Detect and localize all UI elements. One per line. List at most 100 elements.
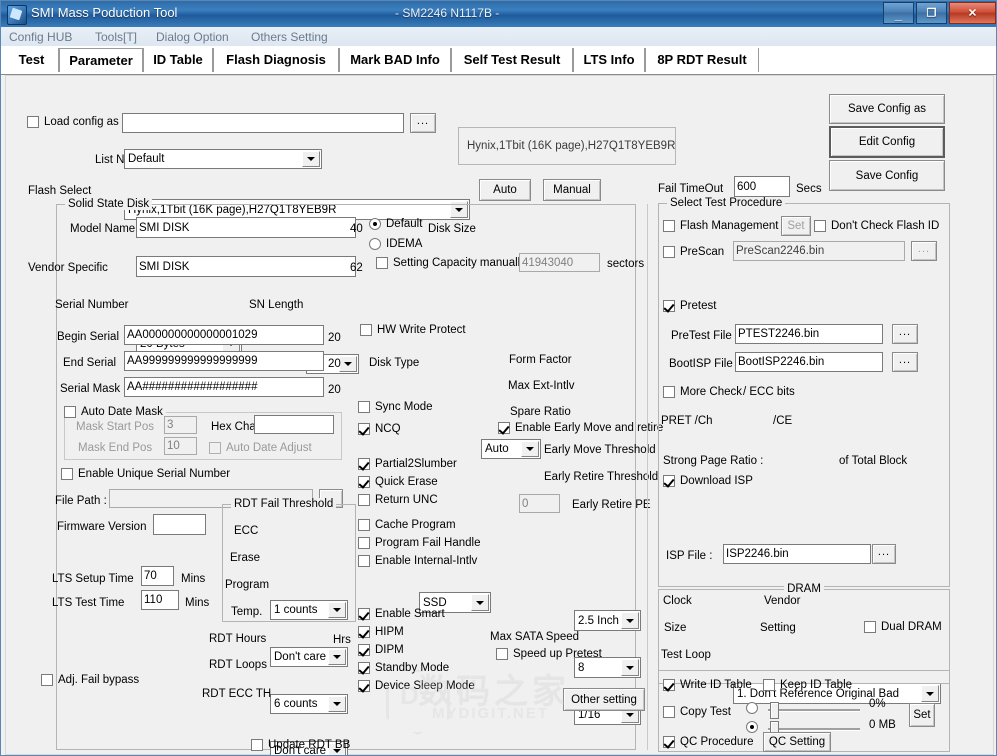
bootisp-file-browse-button[interactable]: ... [892, 352, 918, 372]
enable-early-move-checkbox[interactable]: Enable Early Move and retire [498, 422, 663, 434]
rdt-ecc-combo[interactable]: 1 counts [270, 600, 348, 620]
lts-test-time-input[interactable]: 110 [141, 590, 179, 610]
update-rdt-bb-checkbox[interactable]: Update RDT BB [251, 739, 350, 751]
tab-flash-diagnosis[interactable]: Flash Diagnosis [213, 48, 339, 72]
tab-id-table[interactable]: ID Table [143, 48, 213, 72]
pretest-checkbox[interactable]: Pretest [663, 300, 716, 312]
close-button[interactable]: ✕ [949, 2, 996, 24]
load-config-as-checkbox[interactable]: Load config as [27, 116, 119, 128]
return-unc-checkbox[interactable]: Return UNC [358, 494, 438, 506]
partial2slumber-checkbox[interactable]: Partial2Slumber [358, 458, 457, 470]
flash-management-checkbox[interactable]: Flash Management [663, 220, 778, 232]
standby-mode-checkbox[interactable]: Standby Mode [358, 662, 449, 674]
vendor-specific-input[interactable]: SMI DISK [136, 256, 356, 277]
isp-file-browse-button[interactable]: ... [872, 544, 896, 564]
setting-capacity-checkbox[interactable]: Setting Capacity manually [376, 257, 526, 269]
copy-percent-slider[interactable] [768, 702, 860, 719]
menu-dialog-option[interactable]: Dialog Option [156, 30, 229, 44]
menu-config-hub[interactable]: Config HUB [9, 30, 72, 44]
copy-set-button[interactable]: Set [909, 703, 935, 727]
tab-8p-rdt-result[interactable]: 8P RDT Result [645, 48, 759, 72]
qc-procedure-checkbox[interactable]: QC Procedure [663, 736, 754, 748]
prescan-file-input[interactable]: PreScan2246.bin [733, 241, 905, 261]
early-move-threshold-label: Early Move Threshold [544, 444, 656, 456]
auto-button[interactable]: Auto [479, 179, 531, 201]
hipm-checkbox[interactable]: HIPM [358, 626, 404, 638]
tab-mark-bad-info[interactable]: Mark BAD Info [339, 48, 451, 72]
disk-size-combo[interactable]: Auto [481, 439, 541, 459]
pretest-file-browse-button[interactable]: ... [892, 324, 918, 344]
dual-dram-checkbox[interactable]: Dual DRAM [864, 621, 942, 633]
hex-char-input[interactable] [254, 415, 334, 434]
dipm-checkbox[interactable]: DIPM [358, 644, 404, 656]
program-fail-handle-checkbox[interactable]: Program Fail Handle [358, 537, 480, 549]
rdt-program-combo[interactable]: 6 counts [270, 694, 348, 714]
tab-parameter[interactable]: Parameter [59, 48, 143, 72]
form-factor-combo[interactable]: 2.5 Inch [574, 610, 641, 631]
edit-config-button[interactable]: Edit Config [829, 126, 945, 158]
serial-mask-input[interactable]: AA################## [124, 377, 324, 397]
write-id-table-checkbox[interactable]: Write ID Table [663, 679, 752, 691]
load-config-browse-button[interactable]: ... [410, 113, 436, 133]
tab-self-test-result[interactable]: Self Test Result [451, 48, 573, 72]
solid-state-disk-caption: Solid State Disk [65, 198, 153, 210]
adj-fail-bypass-checkbox[interactable]: Adj. Fail bypass [41, 674, 139, 686]
bootisp-file-input[interactable]: BootISP2246.bin [735, 352, 883, 372]
copy-percent-radio[interactable] [746, 702, 758, 714]
firmware-version-input[interactable] [153, 514, 206, 535]
dram-vendor-label: Vendor [764, 595, 801, 607]
keep-id-table-checkbox[interactable]: Keep ID Table [763, 679, 852, 691]
auto-date-mask-checkbox[interactable]: Auto Date Mask [61, 406, 166, 418]
rdt-erase-combo[interactable]: Don't care [270, 647, 348, 667]
pretest-file-input[interactable]: PTEST2246.bin [735, 324, 883, 344]
enable-smart-checkbox[interactable]: Enable Smart [358, 608, 445, 620]
capacity-default-radio[interactable]: Default [369, 218, 422, 230]
prescan-label: PreScan [680, 246, 725, 258]
save-config-as-button[interactable]: Save Config as [829, 94, 945, 124]
model-name-input[interactable]: SMI DISK [136, 217, 356, 238]
minimize-button[interactable]: _ [882, 2, 914, 24]
begin-serial-input[interactable]: AA000000000000001029 [124, 325, 324, 345]
capacity-idema-radio[interactable]: IDEMA [369, 238, 422, 250]
copy-mb-radio[interactable] [746, 721, 758, 733]
enable-internal-intlv-checkbox[interactable]: Enable Internal-Intlv [358, 555, 477, 567]
download-isp-checkbox[interactable]: Download ISP [663, 475, 753, 487]
prescan-checkbox[interactable]: PreScan [663, 246, 724, 258]
dont-check-flash-id-label: Don't Check Flash ID [831, 220, 940, 232]
hw-write-protect-checkbox[interactable]: HW Write Protect [360, 324, 466, 336]
flash-management-set-button[interactable]: Set [781, 216, 811, 236]
lts-setup-time-unit: Mins [181, 573, 206, 585]
copy-test-label: Copy Test [680, 706, 731, 718]
ncq-checkbox[interactable]: NCQ [358, 423, 401, 435]
slider-thumb[interactable] [770, 702, 779, 719]
save-config-button[interactable]: Save Config [829, 160, 945, 191]
max-ext-intlv-combo[interactable]: 8 [574, 657, 641, 678]
manual-button[interactable]: Manual [543, 179, 601, 201]
cache-program-checkbox[interactable]: Cache Program [358, 519, 456, 531]
enable-unique-serial-checkbox[interactable]: Enable Unique Serial Number [61, 468, 230, 480]
fail-timeout-input[interactable]: 600 [734, 176, 790, 197]
load-config-as-input[interactable] [122, 113, 404, 133]
menu-tools[interactable]: Tools[T] [95, 30, 137, 44]
list-no-combo[interactable]: Default [124, 149, 322, 169]
more-check-checkbox[interactable]: More Check [663, 386, 742, 398]
qc-setting-button[interactable]: QC Setting [763, 732, 831, 752]
chevron-down-icon [621, 659, 639, 676]
tab-lts-info[interactable]: LTS Info [573, 48, 645, 72]
menu-others-setting[interactable]: Others Setting [251, 30, 328, 44]
device-sleep-mode-checkbox[interactable]: Device Sleep Mode [358, 680, 475, 692]
prescan-browse-button[interactable]: ... [911, 241, 937, 261]
isp-file-input[interactable]: ISP2246.bin [723, 544, 871, 564]
other-setting-button[interactable]: Other setting [563, 688, 645, 711]
fail-timeout-unit: Secs [796, 183, 822, 195]
dont-check-flash-id-checkbox[interactable]: Don't Check Flash ID [814, 220, 939, 232]
speed-up-pretest-checkbox[interactable]: Speed up Pretest [496, 648, 602, 660]
copy-test-checkbox[interactable]: Copy Test [663, 706, 731, 718]
lts-setup-time-input[interactable]: 70 [141, 566, 174, 586]
sync-mode-checkbox[interactable]: Sync Mode [358, 401, 433, 413]
quick-erase-checkbox[interactable]: Quick Erase [358, 476, 438, 488]
end-serial-input[interactable]: AA999999999999999999 [124, 351, 324, 371]
early-retire-pe-input[interactable]: 0 [519, 494, 560, 513]
tab-test[interactable]: Test [5, 48, 59, 72]
maximize-button[interactable]: ❐ [915, 2, 947, 24]
